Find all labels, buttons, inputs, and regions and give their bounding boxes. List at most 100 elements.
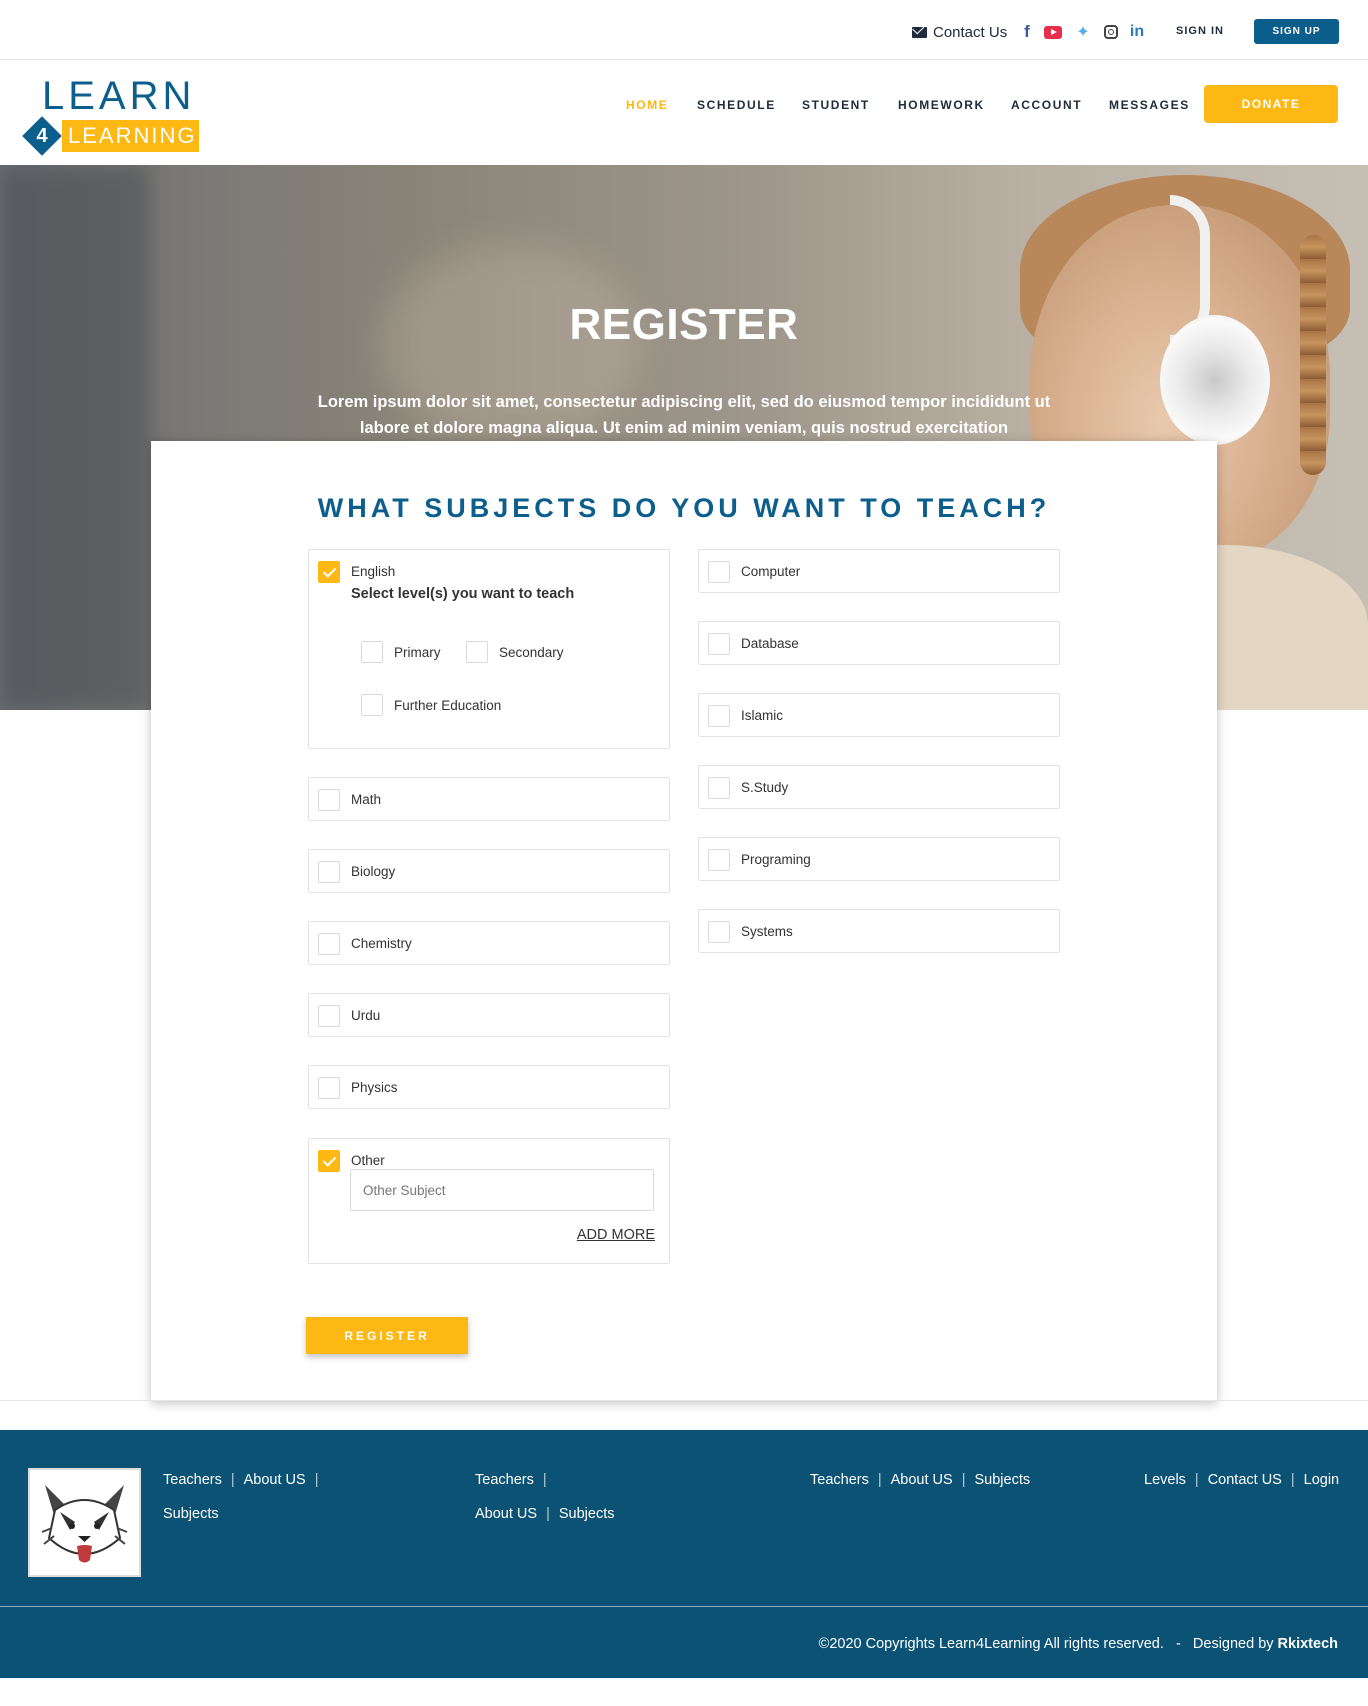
page-title: REGISTER [569,300,799,349]
nav-schedule[interactable]: SCHEDULE [697,98,776,112]
footer-links-col2-row2: About US | Subjects [475,1506,615,1522]
level-label: Primary [394,644,441,660]
nav-account[interactable]: ACCOUNT [1011,98,1082,112]
copyright-text: ©2020 Copyrights Learn4Learning All righ… [819,1636,1338,1652]
subject-biology[interactable]: Biology [308,849,670,893]
footer-links-col2-row1: Teachers | [475,1472,547,1488]
subject-label: Chemistry [351,936,412,951]
footer-link-about-us[interactable]: About US [244,1472,306,1488]
copyright-dash: - [1175,1636,1181,1652]
footer-links-col1-row1: Teachers | About US | [163,1472,319,1488]
subject-checkbox[interactable] [318,861,340,883]
add-more-link[interactable]: ADD MORE [577,1227,655,1243]
subject-checkbox[interactable] [708,849,730,871]
footer-link-subjects[interactable]: Subjects [163,1506,219,1522]
subject-islamic[interactable]: Islamic [698,693,1060,737]
footer-link-levels[interactable]: Levels [1144,1472,1186,1488]
level-secondary[interactable]: Secondary [466,641,564,663]
site-logo[interactable]: LEARN LEARNING 4 [22,74,204,156]
other-checkbox[interactable] [318,1150,340,1172]
instagram-icon[interactable] [1103,22,1118,42]
nav-student[interactable]: STUDENT [802,98,870,112]
other-subject-input[interactable] [350,1169,654,1211]
footer-links-col3: Teachers | About US | Subjects [810,1472,1031,1488]
footer-link-login[interactable]: Login [1304,1472,1339,1488]
linkedin-icon[interactable]: in [1128,22,1146,42]
subject-label: Islamic [741,708,784,723]
subject-label: English [351,564,396,579]
donate-button[interactable]: DONATE [1204,85,1338,123]
facebook-icon[interactable]: f [1020,22,1034,42]
level-label: Secondary [499,644,564,660]
footer-logo[interactable] [28,1468,141,1577]
sign-up-button[interactable]: SIGN UP [1254,19,1339,44]
footer-link-teachers[interactable]: Teachers [810,1472,869,1488]
subject-label: Other [351,1153,385,1168]
footer-link-about-us[interactable]: About US [475,1506,537,1522]
subject-label: S.Study [741,780,789,795]
nav-homework[interactable]: HOMEWORK [898,98,985,112]
level-label: Further Education [394,697,502,713]
level-checkbox[interactable] [361,641,383,663]
footer-link-teachers[interactable]: Teachers [475,1472,534,1488]
subject-other: Other ADD MORE [308,1138,670,1264]
subject-label: Programing [741,852,811,867]
subject-checkbox[interactable] [708,777,730,799]
subject-math[interactable]: Math [308,777,670,821]
husky-icon [41,1485,128,1563]
english-checkbox[interactable] [318,561,340,583]
footer-link-about-us[interactable]: About US [891,1472,953,1488]
logo-number: 4 [36,125,48,147]
subject-database[interactable]: Database [698,621,1060,665]
subject-urdu[interactable]: Urdu [308,993,670,1037]
register-button[interactable]: REGISTER [306,1317,468,1354]
copyright-notice: ©2020 Copyrights Learn4Learning All righ… [818,1636,1164,1652]
twitter-icon[interactable]: ✦ [1074,22,1092,42]
youtube-icon[interactable] [1044,22,1062,42]
contact-us-link[interactable]: Contact Us [912,24,1007,41]
subject-checkbox[interactable] [708,921,730,943]
logo-learning-text: LEARNING [68,123,197,148]
subject-computer[interactable]: Computer [698,549,1060,593]
subject-checkbox[interactable] [318,1005,340,1027]
register-form-card: WHAT SUBJECTS DO YOU WANT TO TEACH? Engl… [151,441,1217,1401]
sign-in-link[interactable]: SIGN IN [1176,25,1224,37]
nav-home[interactable]: HOME [626,98,668,112]
hero-description: Lorem ipsum dolor sit amet, consectetur … [317,393,1051,437]
footer-link-subjects[interactable]: Subjects [974,1472,1030,1488]
subject-label: Database [741,636,799,651]
subject-checkbox[interactable] [708,705,730,727]
subject-checkbox[interactable] [708,561,730,583]
nav-messages[interactable]: MESSAGES [1109,98,1190,112]
main-navbar: LEARN LEARNING 4 HOME SCHEDULE STUDENT H… [0,61,1368,165]
subject-chemistry[interactable]: Chemistry [308,921,670,965]
footer-link-subjects[interactable]: Subjects [559,1506,615,1522]
subject-label: Physics [351,1080,398,1095]
subject-label: Biology [351,864,396,879]
hero-bg-shade [0,165,150,710]
subject-label: Systems [741,924,793,939]
contact-us-label: Contact Us [933,24,1008,41]
subject-checkbox[interactable] [318,1077,340,1099]
footer-links-col1-row2: Subjects [163,1506,219,1522]
subject-checkbox[interactable] [318,933,340,955]
logo-learn-text: LEARN [42,74,196,118]
level-further-education[interactable]: Further Education [361,694,501,716]
subject-physics[interactable]: Physics [308,1065,670,1109]
subject-systems[interactable]: Systems [698,909,1060,953]
designed-by-label: Designed by [1192,1636,1274,1652]
levels-title: Select level(s) you want to teach [351,586,575,602]
footer-link-teachers[interactable]: Teachers [163,1472,222,1488]
subject-label: Math [351,792,382,807]
level-checkbox[interactable] [466,641,488,663]
level-checkbox[interactable] [361,694,383,716]
designer-link[interactable]: Rkixtech [1278,1636,1338,1652]
level-primary[interactable]: Primary [361,641,441,663]
footer-link-contact-us[interactable]: Contact US [1208,1472,1282,1488]
footer-separator [0,1400,1368,1401]
top-bar: Contact Us f ✦ in SIGN IN SIGN UP [0,0,1368,60]
subject-checkbox[interactable] [318,789,340,811]
subject-checkbox[interactable] [708,633,730,655]
subject-s-study[interactable]: S.Study [698,765,1060,809]
subject-programing[interactable]: Programing [698,837,1060,881]
